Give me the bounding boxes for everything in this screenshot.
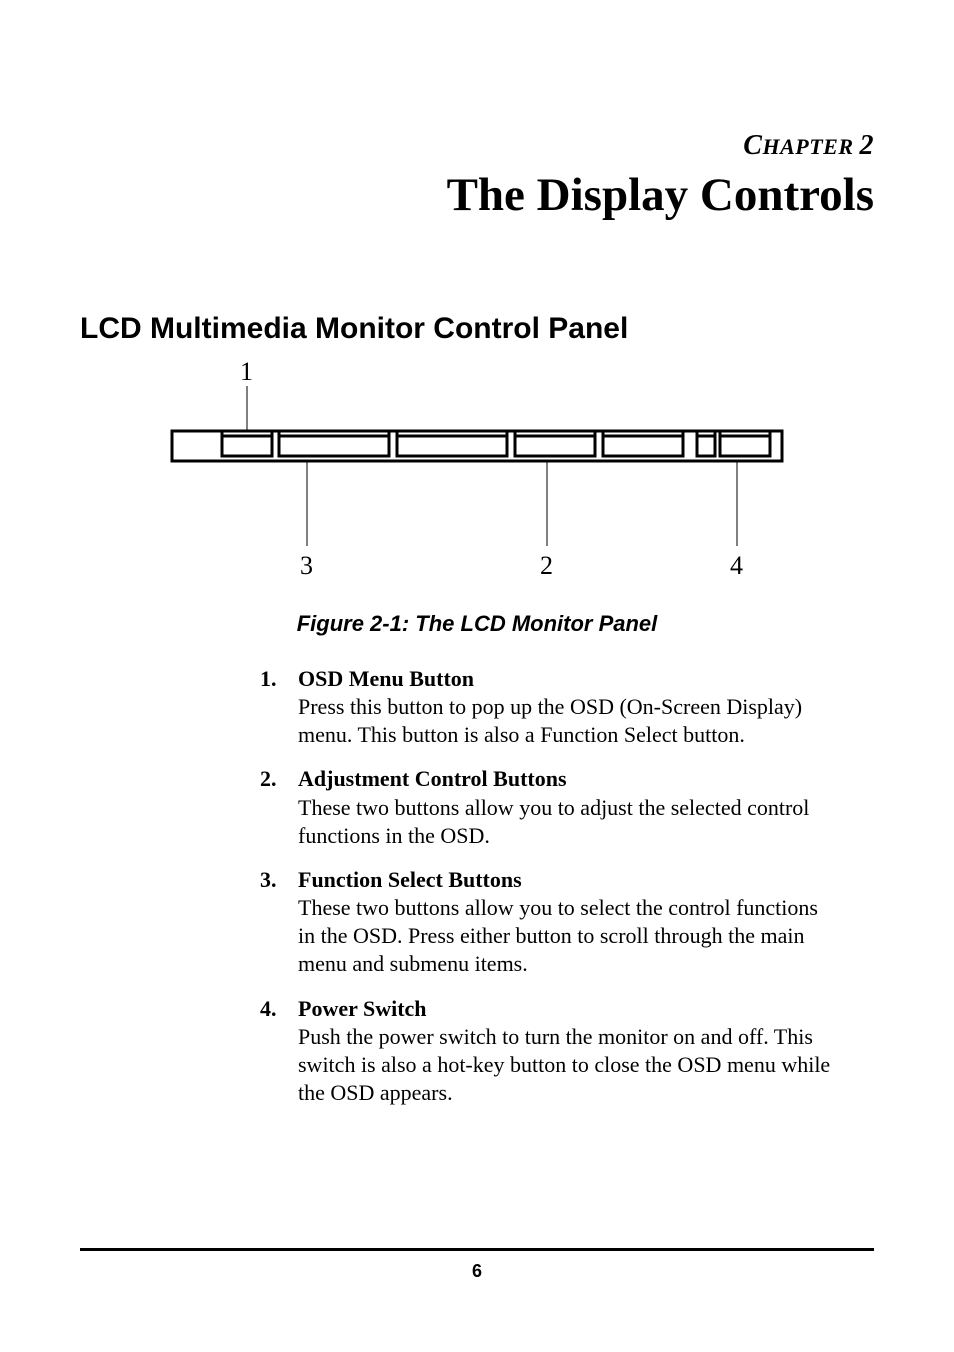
chapter-label-mid: HAPTER [762, 134, 859, 159]
figure: 1 [80, 356, 874, 637]
chapter-title: The Display Controls [80, 168, 874, 222]
callout-3: 3 [300, 551, 313, 580]
item-title: Power Switch [298, 996, 427, 1021]
list-item: 2. Adjustment Control Buttons These two … [260, 765, 834, 849]
page-number: 6 [80, 1261, 874, 1282]
item-title: Adjustment Control Buttons [298, 766, 567, 791]
item-desc: These two buttons allow you to select th… [298, 895, 818, 976]
callout-2: 2 [540, 551, 553, 580]
footer-rule [80, 1248, 874, 1251]
monitor-panel-diagram: 1 [167, 356, 787, 591]
chapter-label-prefix: C [743, 130, 762, 161]
section-title: LCD Multimedia Monitor Control Panel [80, 312, 874, 346]
chapter-label: CHAPTER 2 [80, 130, 874, 162]
list-item: 4. Power Switch Push the power switch to… [260, 995, 834, 1108]
item-number: 2. [260, 765, 298, 849]
item-number: 3. [260, 866, 298, 979]
list-item: 3. Function Select Buttons These two but… [260, 866, 834, 979]
item-desc: Press this button to pop up the OSD (On-… [298, 694, 802, 747]
callout-4: 4 [730, 551, 743, 580]
item-title: Function Select Buttons [298, 867, 522, 892]
page-footer: 6 [80, 1248, 874, 1282]
definition-list: 1. OSD Menu Button Press this button to … [260, 665, 834, 1107]
callout-1: 1 [240, 357, 253, 386]
item-desc: These two buttons allow you to adjust th… [298, 795, 809, 848]
item-desc: Push the power switch to turn the monito… [298, 1024, 830, 1105]
item-title: OSD Menu Button [298, 666, 474, 691]
list-item: 1. OSD Menu Button Press this button to … [260, 665, 834, 749]
item-number: 4. [260, 995, 298, 1108]
figure-caption: Figure 2-1: The LCD Monitor Panel [80, 611, 874, 637]
item-number: 1. [260, 665, 298, 749]
chapter-label-num: 2 [860, 130, 875, 161]
